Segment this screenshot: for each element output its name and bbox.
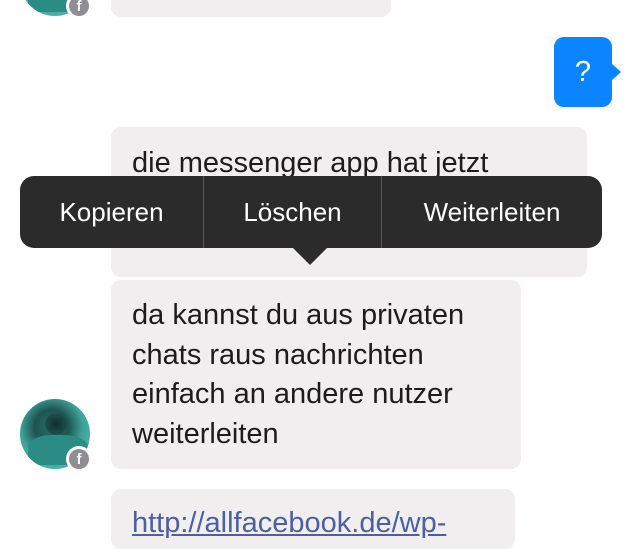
message-line: weiterleiten [132, 418, 279, 450]
message-line: einfach an andere nutzer [132, 378, 453, 410]
message-bubble-incoming[interactable]: da kannst du aus privaten chats raus nac… [111, 280, 521, 469]
menu-item-label: Kopieren [59, 196, 164, 227]
menu-item-delete[interactable]: Löschen [204, 176, 381, 248]
avatar-photo [42, 413, 70, 435]
menu-item-copy[interactable]: Kopieren [20, 176, 203, 248]
message-line: da kannst du aus privaten [132, 299, 465, 331]
facebook-badge-icon: f [66, 446, 92, 472]
message-bubble-incoming-previous[interactable] [111, 0, 391, 17]
menu-pointer-arrow [292, 247, 328, 265]
message-line: chats raus nachrichten [132, 339, 424, 371]
message-bubble-outgoing[interactable]: ? [554, 37, 621, 107]
menu-item-label: Weiterleiten [423, 196, 561, 227]
message-context-menu: Kopieren Löschen Weiterleiten [20, 176, 602, 248]
message-text: ? [574, 56, 592, 88]
menu-item-forward[interactable]: Weiterleiten [382, 176, 602, 248]
bubble-tail [611, 63, 621, 81]
menu-item-label: Löschen [243, 196, 342, 227]
message-link[interactable]: http://allfacebook.de/wp- [132, 503, 446, 543]
facebook-badge-icon: f [66, 0, 92, 19]
message-bubble-link[interactable]: http://allfacebook.de/wp- [111, 489, 515, 549]
